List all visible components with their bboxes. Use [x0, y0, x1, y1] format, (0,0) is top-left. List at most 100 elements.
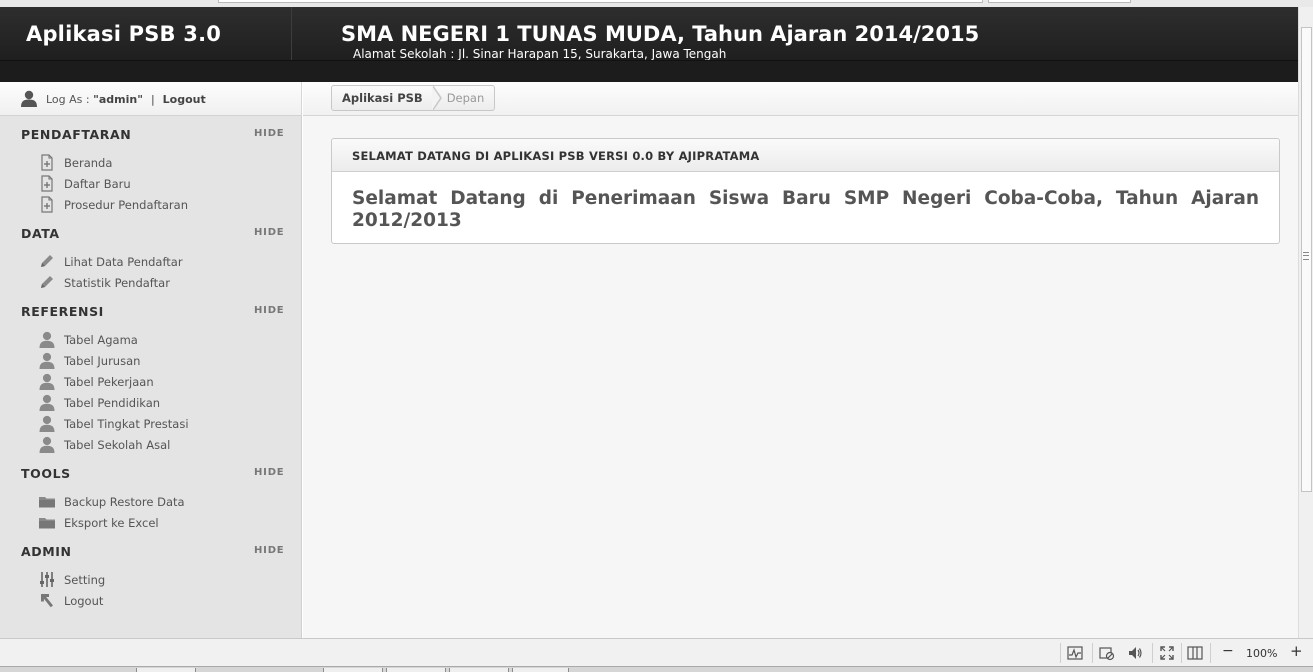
hide-toggle-referensi[interactable]: HIDE — [254, 305, 284, 316]
browser-status-bar: − 100% + — [0, 638, 1313, 666]
taskbar-tab[interactable] — [386, 668, 446, 672]
sidebar-item-label: Tabel Jurusan — [64, 353, 141, 368]
school-address: Alamat Sekolah : Jl. Sinar Harapan 15, S… — [353, 47, 727, 61]
pencil-icon — [38, 253, 56, 270]
breadcrumb-separator-icon — [431, 85, 443, 111]
folder-icon — [38, 493, 56, 510]
sidebar-item-tabel-agama[interactable]: Tabel Agama — [38, 331, 138, 348]
return-arrow-icon — [38, 592, 56, 609]
user-icon — [38, 394, 56, 411]
status-divider — [1210, 643, 1211, 663]
section-title-tools: TOOLS — [21, 466, 71, 481]
sidebar-item-backup-restore-data[interactable]: Backup Restore Data — [38, 493, 185, 510]
hide-toggle-data[interactable]: HIDE — [254, 227, 284, 238]
brand-title[interactable]: Aplikasi PSB 3.0 — [26, 22, 221, 46]
sidebar-item-label: Tabel Pendidikan — [64, 395, 161, 410]
zoom-in-button[interactable]: + — [1290, 642, 1303, 660]
taskbar-strip — [0, 666, 1313, 672]
logout-link[interactable]: Logout — [163, 93, 206, 106]
speaker-icon[interactable] — [1127, 645, 1143, 661]
status-divider — [1152, 643, 1153, 663]
main-content: Aplikasi PSB Depan SELAMAT DATANG DI APL… — [303, 82, 1298, 638]
document-add-icon — [38, 175, 56, 192]
folder-icon — [38, 514, 56, 531]
sidebar-item-daftar-baru[interactable]: Daftar Baru — [38, 175, 131, 192]
breadcrumb: Aplikasi PSB Depan — [331, 85, 496, 111]
sidebar-item-label: Backup Restore Data — [64, 494, 185, 509]
pencil-icon — [38, 274, 56, 291]
sidebar-item-beranda[interactable]: Beranda — [38, 154, 112, 171]
header-subbar — [0, 60, 1298, 82]
sidebar-item-tabel-jurusan[interactable]: Tabel Jurusan — [38, 352, 140, 369]
sidebar-item-lihat-data-pendaftar[interactable]: Lihat Data Pendaftar — [38, 253, 183, 270]
brand-area: Aplikasi PSB 3.0 — [0, 7, 292, 60]
breadcrumb-item-home[interactable]: Aplikasi PSB — [332, 86, 433, 110]
browser-top-strip — [0, 0, 1313, 7]
sidebar-item-label: Tabel Pekerjaan — [64, 374, 154, 389]
sidebar-item-tabel-pekerjaan[interactable]: Tabel Pekerjaan — [38, 373, 154, 390]
user-bar: Log As : "admin" | Logout — [0, 82, 302, 116]
sidebar-item-label: Beranda — [64, 155, 113, 170]
sidebar-item-label: Logout — [64, 593, 104, 608]
sidebar-item-label: Tabel Sekolah Asal — [64, 437, 171, 452]
username: "admin" — [93, 93, 143, 106]
breadcrumb-item-current: Depan — [446, 91, 485, 105]
app-header: Aplikasi PSB 3.0 SMA NEGERI 1 TUNAS MUDA… — [0, 7, 1298, 82]
zoom-out-button[interactable]: − — [1222, 643, 1234, 659]
hide-toggle-admin[interactable]: HIDE — [254, 545, 284, 556]
taskbar-tab[interactable] — [136, 668, 196, 672]
taskbar-tab[interactable] — [323, 668, 383, 672]
sidebar-item-tabel-pendidikan[interactable]: Tabel Pendidikan — [38, 394, 160, 411]
user-icon — [38, 331, 56, 348]
sidebar-item-label: Daftar Baru — [64, 176, 131, 191]
log-as-label: Log As : — [46, 93, 94, 106]
section-title-data: DATA — [21, 226, 60, 241]
sidebar-item-label: Tabel Tingkat Prestasi — [64, 416, 189, 431]
zoom-level[interactable]: 100% — [1246, 647, 1277, 660]
taskbar-tab[interactable] — [512, 668, 569, 672]
sidebar-item-setting[interactable]: Setting — [38, 571, 105, 588]
sidebar-item-statistik-pendaftar[interactable]: Statistik Pendaftar — [38, 274, 170, 291]
user-icon — [38, 373, 56, 390]
school-title: SMA NEGERI 1 TUNAS MUDA, Tahun Ajaran 20… — [341, 22, 980, 46]
document-add-icon — [38, 196, 56, 213]
section-title-pendaftaran: PENDAFTARAN — [21, 127, 132, 142]
sidebar-item-eksport-ke-excel[interactable]: Eksport ke Excel — [38, 514, 159, 531]
user-icon — [38, 352, 56, 369]
taskbar-tab[interactable] — [449, 668, 509, 672]
scrollbar-grip-icon — [1303, 252, 1309, 260]
split-view-icon[interactable] — [1187, 645, 1203, 661]
welcome-panel: SELAMAT DATANG DI APLIKASI PSB VERSI 0.0… — [331, 138, 1280, 244]
sidebar-item-tabel-sekolah-asal[interactable]: Tabel Sekolah Asal — [38, 436, 170, 453]
sidebar-item-label: Lihat Data Pendaftar — [64, 254, 183, 269]
sidebar-item-label: Setting — [64, 572, 106, 587]
fullscreen-icon[interactable] — [1159, 645, 1175, 661]
section-title-admin: ADMIN — [21, 544, 72, 559]
popup-blocker-icon[interactable] — [1099, 645, 1115, 661]
user-icon — [21, 90, 37, 107]
user-icon — [38, 436, 56, 453]
status-divider — [1181, 643, 1182, 663]
sidebar-item-label: Prosedur Pendaftaran — [64, 197, 188, 212]
status-divider — [1060, 643, 1061, 663]
login-info: Log As : "admin" | Logout — [46, 93, 206, 106]
status-divider — [1092, 643, 1093, 663]
panel-body-text: Selamat Datang di Penerimaan Siswa Baru … — [352, 188, 1259, 231]
performance-icon[interactable] — [1067, 645, 1083, 661]
sidebar-item-logout[interactable]: Logout — [38, 592, 103, 609]
separator: | — [150, 93, 155, 106]
breadcrumb-bar: Aplikasi PSB Depan — [303, 82, 1298, 116]
sidebar-item-label: Tabel Agama — [64, 332, 138, 347]
vertical-scrollbar[interactable] — [1298, 7, 1313, 638]
sidebar-item-tabel-tingkat-prestasi[interactable]: Tabel Tingkat Prestasi — [38, 415, 189, 432]
sidebar-item-label: Eksport ke Excel — [64, 515, 159, 530]
sidebar: Log As : "admin" | Logout PENDAFTARAN HIDE B… — [0, 82, 302, 638]
sidebar-item-prosedur-pendaftaran[interactable]: Prosedur Pendaftaran — [38, 196, 188, 213]
hide-toggle-pendaftaran[interactable]: HIDE — [254, 128, 284, 139]
address-bar-edge[interactable] — [218, 0, 983, 3]
panel-header: SELAMAT DATANG DI APLIKASI PSB VERSI 0.0… — [332, 139, 1279, 172]
search-bar-edge[interactable] — [988, 0, 1131, 3]
sidebar-item-label: Statistik Pendaftar — [64, 275, 170, 290]
section-title-referensi: REFERENSI — [21, 304, 104, 319]
hide-toggle-tools[interactable]: HIDE — [254, 467, 284, 478]
